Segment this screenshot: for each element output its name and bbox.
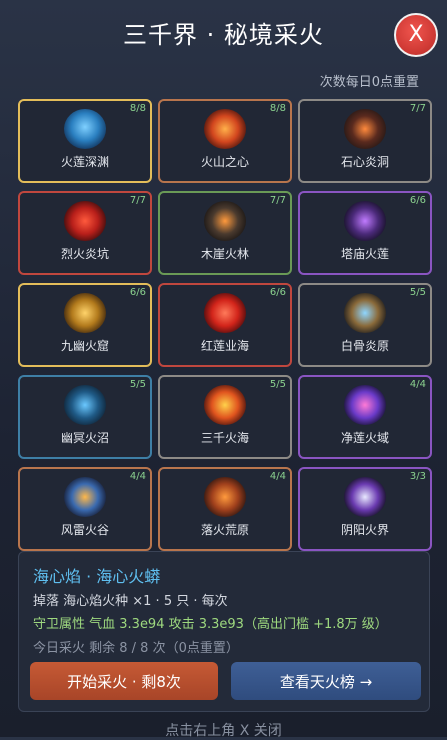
swamp-serpent-icon <box>64 385 106 425</box>
realm-name: 火山之心 <box>200 155 249 169</box>
realm-count: 6/6 <box>129 287 146 298</box>
realm-name: 幽冥火沼 <box>60 431 109 445</box>
shadow-mage-icon <box>344 201 386 241</box>
realm-name: 净莲火域 <box>340 431 389 445</box>
realm-name: 烈火炎坑 <box>60 247 109 261</box>
close-icon: X <box>408 22 424 47</box>
rock-golem-icon <box>344 109 386 149</box>
daily-remaining: 今日采火 剩余 8 / 8 次（0点重置） <box>33 641 239 656</box>
realm-card[interactable]: 5/5 白骨炎原 <box>298 283 432 367</box>
close-button[interactable]: X <box>394 13 438 57</box>
flame-spirit-icon <box>204 477 246 517</box>
selected-realm-title: 海心焰 · 海心火蟒 <box>33 567 161 586</box>
realm-card[interactable]: 3/3 阴阳火界 <box>298 467 432 551</box>
guardian-stats: 守卫属性 气血 3.3e94 攻击 3.3e93（高出门槛 +1.8万 级） <box>33 617 388 632</box>
realm-card[interactable]: 6/6 九幽火窟 <box>18 283 152 367</box>
realm-card[interactable]: 5/5 幽冥火沼 <box>18 375 152 459</box>
realm-count: 6/6 <box>269 287 286 298</box>
realm-name: 落火荒原 <box>200 523 249 537</box>
footer-hint: 点击右上角 X 关闭 <box>165 723 282 739</box>
realm-name: 木崖火林 <box>200 247 249 261</box>
page-title: 三千界 · 秘境采火 <box>123 21 324 49</box>
realm-count: 8/8 <box>129 103 146 114</box>
red-orb-icon <box>204 293 246 333</box>
realm-card[interactable]: 8/8 火山之心 <box>158 99 292 183</box>
realm-name: 风雷火谷 <box>60 523 109 537</box>
info-panel: 海心焰 · 海心火蟒 掉落 海心焰火种 ×1 · 5 只 · 每次 守卫属性 气… <box>18 551 430 712</box>
golden-dragon-icon <box>64 293 106 333</box>
drop-info: 掉落 海心焰火种 ×1 · 5 只 · 每次 <box>33 594 228 609</box>
start-gather-button[interactable]: 开始采火 · 剩8次 <box>30 662 218 700</box>
realm-name: 火莲深渊 <box>60 155 109 169</box>
realm-count: 5/5 <box>269 379 286 390</box>
yin-yang-spirit-icon <box>344 477 386 517</box>
storm-griffin-icon <box>64 477 106 517</box>
realm-card[interactable]: 7/7 烈火炎坑 <box>18 191 152 275</box>
fire-dragon-icon <box>64 201 106 241</box>
realm-grid: 8/8 火莲深渊 8/8 火山之心 7/7 石心炎洞 7/7 烈火炎坑 7/7 木崖火林 6/6 塔庙… <box>18 99 432 551</box>
realm-count: 5/5 <box>409 287 426 298</box>
realm-count: 5/5 <box>129 379 146 390</box>
realm-count: 4/4 <box>409 379 426 390</box>
realm-card[interactable]: 5/5 三千火海 <box>158 375 292 459</box>
lava-golem-icon <box>204 109 246 149</box>
realm-name: 塔庙火莲 <box>340 247 389 261</box>
realm-count: 7/7 <box>269 195 286 206</box>
realm-card[interactable]: 6/6 塔庙火莲 <box>298 191 432 275</box>
view-ranking-button[interactable]: 查看天火榜 → <box>231 662 421 700</box>
realm-card[interactable]: 4/4 风雷火谷 <box>18 467 152 551</box>
realm-card[interactable]: 6/6 红莲业海 <box>158 283 292 367</box>
realm-card[interactable]: 7/7 木崖火林 <box>158 191 292 275</box>
realm-count: 6/6 <box>409 195 426 206</box>
realm-card[interactable]: 8/8 火莲深渊 <box>18 99 152 183</box>
bone-warrior-icon <box>344 293 386 333</box>
realm-count: 7/7 <box>129 195 146 206</box>
realm-count: 3/3 <box>409 471 426 482</box>
realm-name: 阴阳火界 <box>340 523 389 537</box>
blue-dragon-icon <box>64 109 106 149</box>
ember-beast-icon <box>204 201 246 241</box>
fire-flower-icon <box>204 385 246 425</box>
realm-card[interactable]: 4/4 净莲火域 <box>298 375 432 459</box>
realm-count: 4/4 <box>129 471 146 482</box>
realm-count: 7/7 <box>409 103 426 114</box>
realm-name: 石心炎洞 <box>340 155 389 169</box>
realm-count: 4/4 <box>269 471 286 482</box>
realm-card[interactable]: 7/7 石心炎洞 <box>298 99 432 183</box>
realm-name: 白骨炎原 <box>340 339 389 353</box>
nebula-orb-icon <box>344 385 386 425</box>
realm-name: 三千火海 <box>200 431 249 445</box>
realm-name: 红莲业海 <box>200 339 249 353</box>
reset-note: 次数每日0点重置 <box>319 75 419 90</box>
realm-count: 8/8 <box>269 103 286 114</box>
realm-card[interactable]: 4/4 落火荒原 <box>158 467 292 551</box>
realm-name: 九幽火窟 <box>60 339 109 353</box>
